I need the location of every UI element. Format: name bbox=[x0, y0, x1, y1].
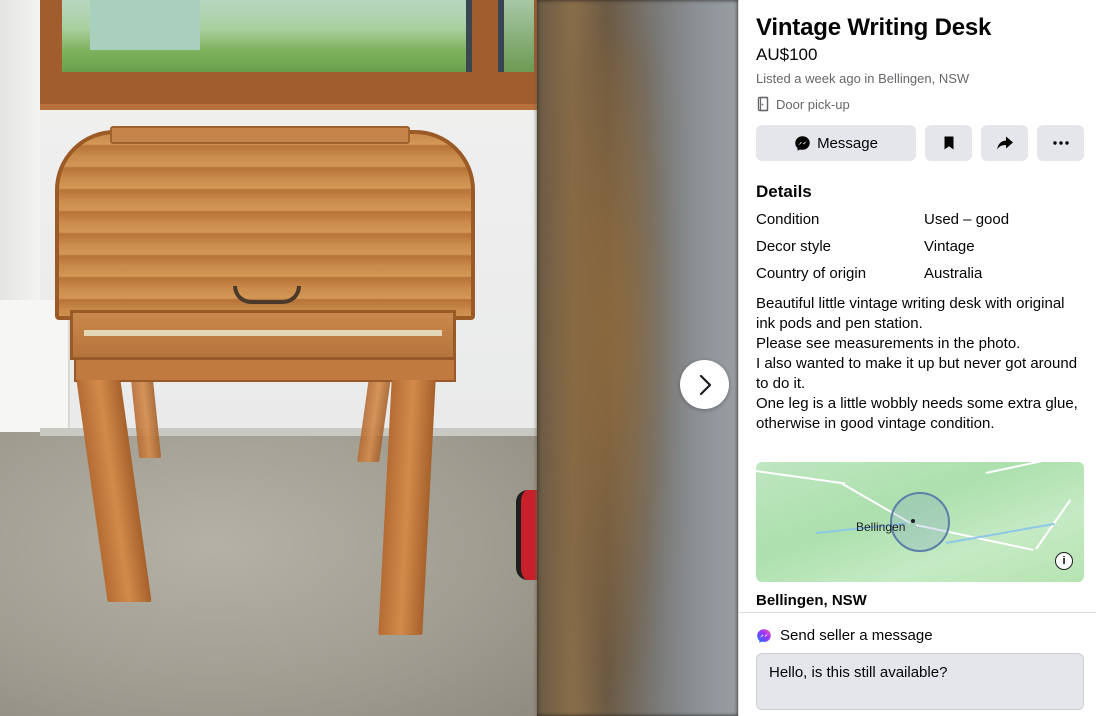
description-line: Please see measurements in the photo. bbox=[756, 335, 1021, 352]
bookmark-icon bbox=[944, 136, 953, 150]
map-location-dot bbox=[911, 519, 915, 523]
more-options-button[interactable] bbox=[1037, 125, 1084, 161]
message-button-label: Message bbox=[817, 134, 878, 152]
detail-key: Country of origin bbox=[756, 265, 867, 282]
desk-handle bbox=[233, 286, 301, 304]
next-photo-button[interactable] bbox=[680, 360, 729, 409]
photo-blur-backdrop bbox=[537, 0, 738, 716]
detail-value: Used – good bbox=[924, 211, 1010, 228]
photo-house bbox=[90, 0, 200, 50]
message-composer: Send seller a message Hello, is this sti… bbox=[739, 612, 1096, 716]
map-road bbox=[756, 470, 846, 485]
listing-title: Vintage Writing Desk bbox=[756, 14, 992, 41]
pickup-label: Door pick-up bbox=[776, 96, 850, 112]
seller-message-input[interactable]: Hello, is this still available? bbox=[756, 653, 1084, 710]
description-line: I also wanted to make it up but never go… bbox=[756, 355, 1078, 392]
details-heading: Details bbox=[756, 182, 812, 201]
more-icon bbox=[1052, 141, 1069, 145]
info-icon[interactable]: i bbox=[1055, 552, 1073, 570]
location-label: Bellingen, NSW bbox=[756, 592, 867, 609]
message-button[interactable]: Message bbox=[756, 125, 916, 161]
location-map[interactable]: Bellingen i bbox=[756, 462, 1084, 582]
description-line: One leg is a little wobbly needs some ex… bbox=[756, 395, 1078, 432]
detail-value: Australia bbox=[924, 265, 983, 282]
listing-details-scroll[interactable]: Vintage Writing Desk AU$100 Listed a wee… bbox=[739, 0, 1096, 612]
listing-photo bbox=[0, 0, 537, 716]
detail-value: Vintage bbox=[924, 238, 975, 255]
action-bar: Message bbox=[756, 125, 1084, 161]
listing-panel: Vintage Writing Desk AU$100 Listed a wee… bbox=[738, 0, 1096, 716]
map-road bbox=[985, 462, 1075, 474]
photo-viewer bbox=[0, 0, 738, 716]
share-button[interactable] bbox=[981, 125, 1028, 161]
messenger-icon bbox=[757, 629, 771, 643]
photo-window-glass-right bbox=[498, 0, 534, 72]
desk-apron bbox=[74, 358, 456, 382]
share-icon bbox=[996, 136, 1013, 150]
listing-price: AU$100 bbox=[756, 45, 818, 64]
photo-floor bbox=[0, 432, 537, 716]
detail-key: Condition bbox=[756, 211, 820, 228]
desk-lid bbox=[110, 126, 410, 144]
detail-row-country-of-origin: Country of origin Australia bbox=[756, 264, 1084, 284]
send-seller-message-label: Send seller a message bbox=[756, 626, 1084, 646]
pickup-info: Door pick-up bbox=[756, 95, 1084, 113]
detail-key: Decor style bbox=[756, 238, 832, 255]
door-icon bbox=[757, 96, 769, 112]
desk-drawer-gap bbox=[84, 330, 442, 336]
listing-posted-info: Listed a week ago in Bellingen, NSW bbox=[756, 71, 970, 86]
map-place-label: Bellingen bbox=[856, 520, 906, 534]
listing-description: Beautiful little vintage writing desk wi… bbox=[756, 294, 1084, 434]
save-button[interactable] bbox=[925, 125, 972, 161]
detail-row-decor-style: Decor style Vintage bbox=[756, 237, 1084, 257]
chevron-right-icon bbox=[699, 374, 711, 395]
photo-red-bag bbox=[516, 490, 537, 580]
description-line: Beautiful little vintage writing desk wi… bbox=[756, 295, 1065, 332]
detail-row-condition: Condition Used – good bbox=[756, 210, 1084, 230]
send-seller-label-text: Send seller a message bbox=[780, 627, 933, 644]
messenger-icon bbox=[795, 135, 810, 151]
